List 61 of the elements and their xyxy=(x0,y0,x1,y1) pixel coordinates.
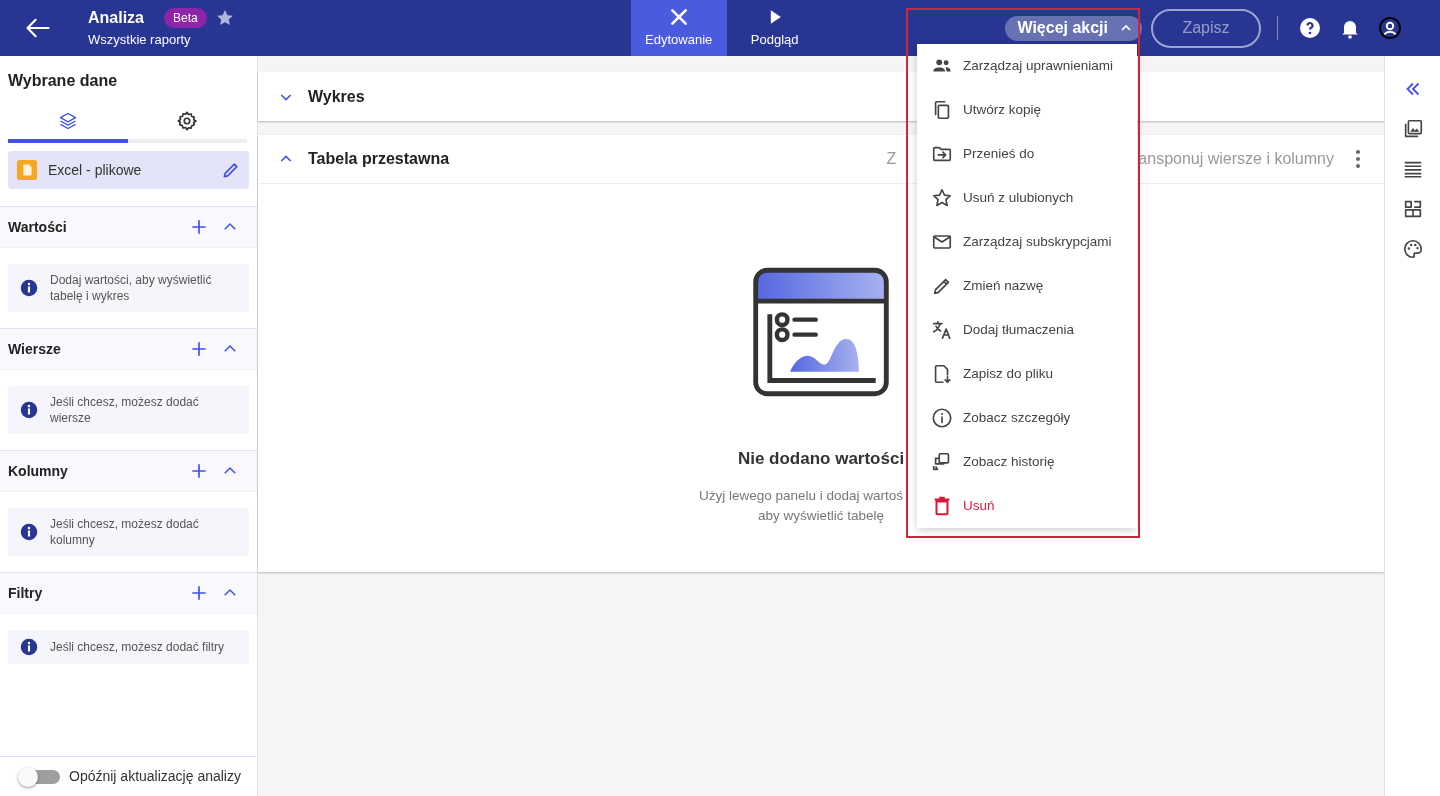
plus-icon xyxy=(189,217,209,237)
more-actions-button[interactable]: Więcej akcji xyxy=(1005,15,1142,41)
section-title: Wiersze xyxy=(8,339,62,359)
info-icon xyxy=(931,407,953,429)
palette-icon[interactable] xyxy=(1401,238,1424,260)
empty-state-text: aby wyświetlić tabelę xyxy=(757,506,885,525)
toggle-switch[interactable] xyxy=(20,769,60,784)
star-outline-icon xyxy=(931,187,953,209)
menu-item[interactable]: Zobacz historię xyxy=(917,440,1137,484)
panel-header-text: Z xyxy=(886,149,897,169)
add-button[interactable] xyxy=(189,461,209,481)
toggle-label: Opóźnij aktualizację analizy xyxy=(69,767,241,786)
menu-item[interactable]: Usuń z ulubionych xyxy=(917,176,1137,220)
info-icon xyxy=(20,401,38,419)
menu-item[interactable]: Zapisz do pliku xyxy=(917,352,1137,396)
info-icon xyxy=(20,638,38,656)
hint-text: Dodaj wartości, aby wyświetlić tabelę i wykres xyxy=(50,272,213,304)
menu-item[interactable]: Dodaj tłumaczenia xyxy=(917,308,1137,352)
hint-text: Jeśli chcesz, możesz dodać kolumny xyxy=(50,516,200,548)
section-title: Kolumny xyxy=(8,461,69,481)
kebab-menu-button[interactable] xyxy=(1356,150,1360,168)
info-icon xyxy=(20,279,38,297)
mode-tab[interactable]: Podgląd xyxy=(726,0,823,56)
panel-title: Tabela przestawna xyxy=(308,149,450,169)
translate-icon xyxy=(931,319,953,341)
pencil-icon[interactable] xyxy=(221,160,241,180)
empty-state-title: Nie dodano wartości xyxy=(737,448,905,470)
section-title: Wartości xyxy=(8,217,68,237)
add-button[interactable] xyxy=(189,217,209,237)
plus-icon xyxy=(189,583,209,603)
menu-item[interactable]: Zarządzaj uprawnieniami xyxy=(917,44,1137,88)
data-source-label: Excel - plikowe xyxy=(48,160,143,180)
menu-item[interactable]: Zmień nazwę xyxy=(917,264,1137,308)
hint-text: Jeśli chcesz, możesz dodać filtry xyxy=(50,639,225,655)
menu-item[interactable]: Zarządzaj subskrypcjami xyxy=(917,220,1137,264)
plus-icon xyxy=(189,461,209,481)
sidebar-title: Wybrane dane xyxy=(7,71,119,91)
panel-title: Wykres xyxy=(308,86,365,107)
mode-tab[interactable]: Edytowanie xyxy=(630,0,727,56)
empty-state-text: Użyj lewego panelu i dodaj wartoś xyxy=(698,486,904,505)
menu-item[interactable]: Utwórz kopię xyxy=(917,88,1137,132)
menu-item[interactable]: Zobacz szczegóły xyxy=(917,396,1137,440)
hint-text: Jeśli chcesz, możesz dodać wiersze xyxy=(50,394,200,426)
add-button[interactable] xyxy=(189,339,209,359)
user-icon[interactable] xyxy=(1378,16,1402,40)
file-icon xyxy=(16,159,38,181)
layers-icon xyxy=(57,111,78,131)
settings-icon xyxy=(176,110,199,132)
panel-header-text: ansponuj wiersze i kolumny xyxy=(1138,149,1334,169)
menu-item[interactable]: Przenieś do xyxy=(917,132,1137,176)
help-icon[interactable] xyxy=(1298,16,1322,40)
info-icon xyxy=(20,523,38,541)
kebab-icon xyxy=(1356,150,1360,168)
plus-icon xyxy=(189,339,209,359)
section-title: Filtry xyxy=(8,583,44,603)
add-button[interactable] xyxy=(189,583,209,603)
breadcrumb-link[interactable]: Wszystkie raporty xyxy=(88,30,235,50)
report-title: Analiza xyxy=(88,8,144,29)
menu-item[interactable]: Usuń xyxy=(917,484,1137,528)
beta-badge: Beta xyxy=(164,8,207,29)
data-source-item[interactable]: Excel - plikowe xyxy=(8,151,249,189)
